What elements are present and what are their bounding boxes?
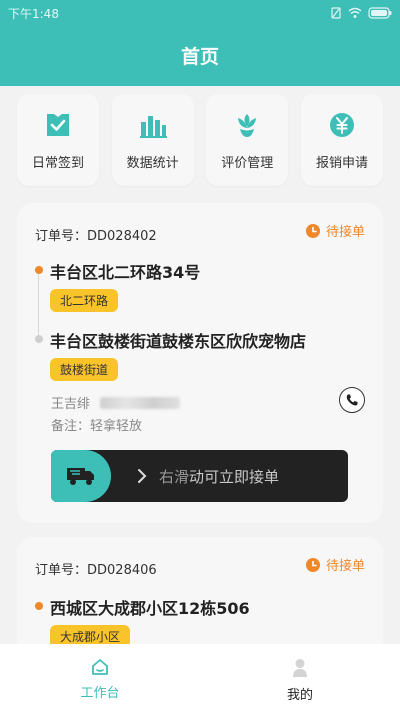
slider-hint-emph: 动可立即接单 [189, 467, 280, 486]
contact-phone-masked [100, 396, 181, 409]
tab-label: 工作台 [80, 686, 120, 701]
order-status-label: 待接单 [325, 225, 365, 240]
quick-action-reimbursement[interactable]: 报销申请 [300, 94, 383, 186]
dropoff-stop: 丰台区鼓楼街道鼓楼东区欣欣宠物店 鼓楼街道 [33, 328, 367, 381]
pickup-address: 丰台区北二环路34号 [50, 263, 201, 282]
chevron-right-icon [138, 469, 147, 483]
quick-action-reviews[interactable]: 评价管理 [206, 94, 289, 186]
bottom-tab-bar: 工作台 我的 [0, 644, 400, 711]
contact-name: 王吉绯 [51, 397, 91, 412]
order-status: 待接单 [305, 555, 365, 574]
pickup-stop: 西城区大成郡小区12栋506 大成郡小区 [33, 595, 367, 648]
order-status: 待接单 [305, 221, 365, 240]
quick-action-checkin[interactable]: 日常签到 [17, 94, 99, 186]
flower-icon [238, 113, 257, 137]
order-status-label: 待接单 [325, 559, 365, 574]
pickup-address: 西城区大成郡小区12栋506 [50, 599, 250, 618]
bar-chart-icon [139, 115, 167, 138]
pickup-stop: 丰台区北二环路34号 北二环路 [33, 259, 367, 312]
clock-icon [305, 557, 320, 572]
contact-info: 王吉绯 [51, 393, 181, 412]
slider-handle[interactable] [51, 450, 111, 502]
status-time: 下午1:48 [8, 6, 59, 21]
tab-label: 我的 [286, 688, 313, 703]
order-note: 备注：轻拿轻放 [51, 419, 143, 434]
quick-action-label: 报销申请 [315, 155, 368, 171]
quick-action-statistics[interactable]: 数据统计 [111, 94, 194, 186]
quick-action-label: 数据统计 [126, 155, 179, 171]
status-icons [330, 7, 392, 19]
slider-hint: 右滑 动可立即接单 [137, 450, 279, 502]
status-bar: 下午1:48 [0, 0, 400, 26]
accept-order-slider[interactable]: 右滑 动可立即接单 [51, 450, 348, 502]
phone-icon [346, 394, 358, 406]
quick-action-label: 评价管理 [221, 155, 274, 171]
dropoff-dot [35, 335, 43, 343]
home-icon [92, 659, 108, 675]
clock-icon [305, 223, 320, 238]
tab-mine[interactable]: 我的 [200, 644, 400, 711]
quick-action-label: 日常签到 [31, 155, 84, 171]
sim-icon [331, 7, 341, 19]
checkin-icon [47, 113, 69, 136]
user-icon [293, 659, 307, 677]
pickup-dot [35, 602, 43, 610]
page-title: 首页 [180, 46, 219, 68]
call-button[interactable] [339, 387, 365, 413]
tab-workbench[interactable]: 工作台 [0, 644, 200, 711]
yuan-icon [329, 112, 354, 137]
battery-icon [368, 7, 392, 19]
delivery-truck-icon [67, 468, 94, 485]
quick-actions: 日常签到 数据统计 评价管理 报销申请 [17, 94, 383, 186]
app-header: 下午1:48 首页 [0, 0, 400, 86]
slider-hint-prefix: 右滑 [159, 467, 190, 486]
pickup-dot [35, 266, 43, 274]
order-number: 订单号：DD028406 [35, 563, 157, 578]
wifi-icon [348, 7, 362, 18]
pickup-tag: 北二环路 [50, 289, 119, 312]
dropoff-address: 丰台区鼓楼街道鼓楼东区欣欣宠物店 [50, 332, 307, 351]
order-number: 订单号：DD028402 [35, 229, 157, 244]
order-card[interactable]: 订单号：DD028402 待接单 丰台区北二环路34号 北二环路 丰台区鼓楼街道… [17, 203, 383, 523]
dropoff-tag: 鼓楼街道 [50, 358, 119, 381]
